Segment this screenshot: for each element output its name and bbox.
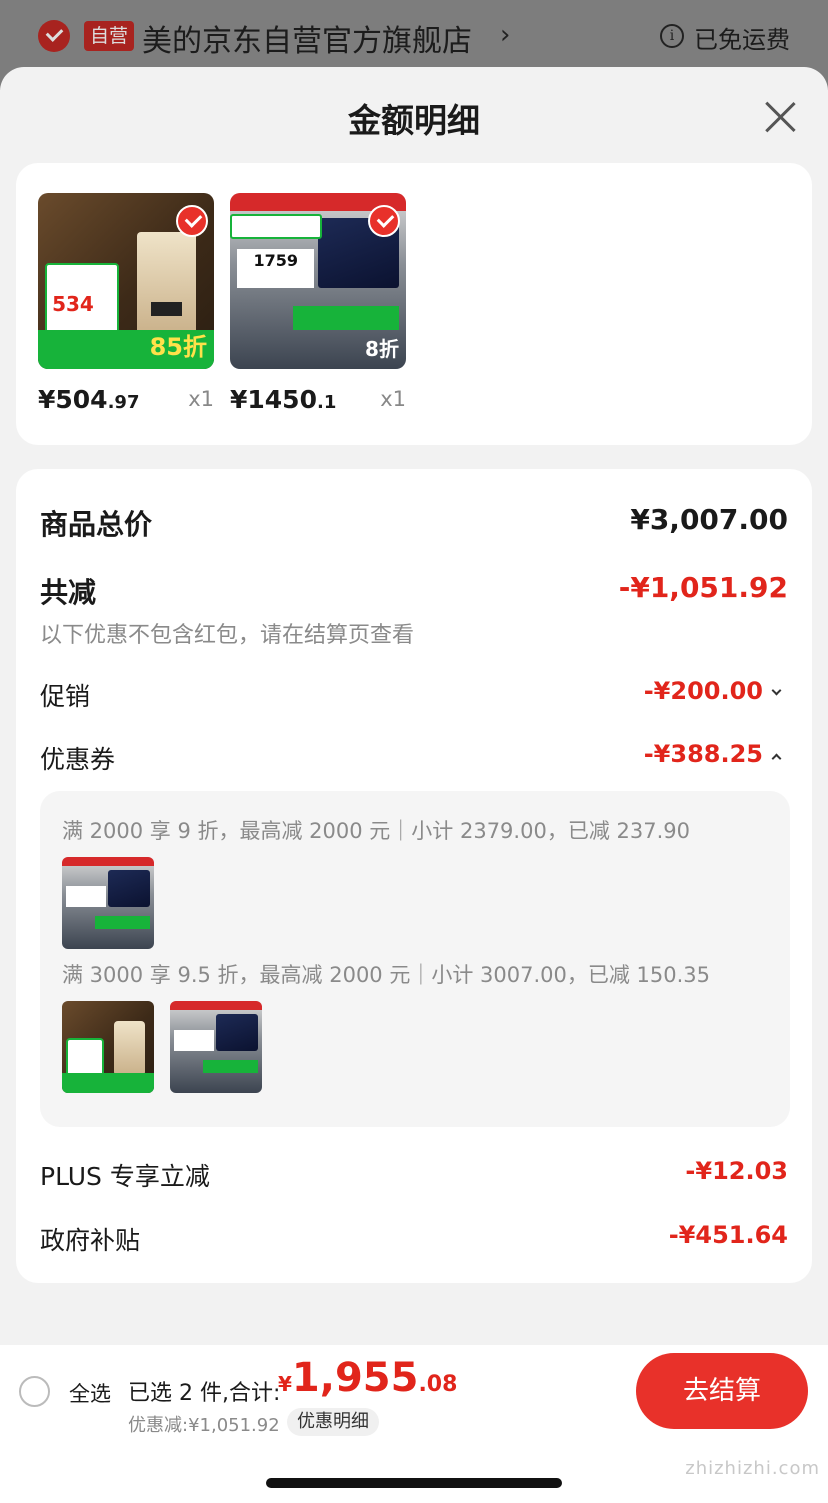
thumb-promo-text: 8折: [365, 336, 399, 361]
selected-check-icon[interactable]: [176, 205, 208, 237]
product-price: ¥1450.1: [230, 385, 337, 414]
reduce-label: 共减: [40, 576, 97, 609]
amount-detail-sheet: 金额明细 534 85折 ¥504.97 x1 1759 8折 ¥1450.1 …: [0, 67, 828, 1503]
product-item[interactable]: 1759 8折 ¥1450.1 x1: [230, 193, 406, 414]
chevron-right-icon[interactable]: ›: [500, 20, 510, 50]
discount-summary: 优惠减:¥1,051.92: [128, 1415, 280, 1436]
total-price-value: ¥3,007.00: [630, 503, 788, 536]
water-heater-thumbnail: [62, 1001, 154, 1093]
thumb-promo-text: 85折: [149, 332, 207, 361]
product-item[interactable]: 534 85折 ¥504.97 x1: [38, 193, 214, 414]
coupon-value: -¥388.25: [643, 740, 763, 768]
total-amount: ¥1,955.08: [278, 1355, 458, 1401]
discount-detail-button[interactable]: 优惠明细: [287, 1408, 379, 1436]
selected-check-icon[interactable]: [368, 205, 400, 237]
coupon-rule: 满 3000 享 9.5 折，最高减 2000 元｜小计 3007.00，已减 …: [62, 963, 711, 987]
info-icon[interactable]: i: [660, 24, 684, 48]
select-all-label[interactable]: 全选: [69, 1378, 111, 1408]
gov-subsidy-label: 政府补贴: [40, 1226, 141, 1255]
checkout-button[interactable]: 去结算: [636, 1353, 808, 1429]
plus-value: -¥12.03: [685, 1157, 788, 1185]
store-name[interactable]: 美的京东自营官方旗舰店: [142, 16, 472, 60]
range-hood-thumbnail[interactable]: 1759 8折: [230, 193, 406, 369]
home-indicator[interactable]: [266, 1478, 562, 1488]
coupon-value-group[interactable]: -¥388.25: [643, 740, 782, 768]
total-price-label: 商品总价: [40, 508, 153, 541]
reduce-note: 以下优惠不包含红包，请在结算页查看: [40, 623, 415, 648]
thumb-price-text: 1759: [253, 251, 299, 271]
coupon-detail-box: 满 2000 享 9 折，最高减 2000 元｜小计 2379.00，已减 23…: [40, 791, 790, 1127]
product-qty: x1: [380, 387, 406, 411]
range-hood-thumbnail: [62, 857, 154, 949]
product-price: ¥504.97: [38, 385, 140, 414]
select-all-radio[interactable]: [19, 1376, 50, 1407]
watermark: zhizhizhi.com: [685, 1458, 820, 1479]
promo-label: 促销: [40, 682, 91, 711]
selected-count: 已选 2 件,合计:: [128, 1381, 281, 1406]
store-check-icon[interactable]: [38, 20, 70, 52]
chevron-up-icon[interactable]: [771, 753, 782, 764]
chevron-down-icon[interactable]: [771, 685, 782, 696]
summary-card: 商品总价 ¥3,007.00 共减 -¥1,051.92 以下优惠不包含红包，请…: [16, 469, 812, 1283]
thumb-price-text: 534: [52, 291, 94, 316]
coupon-label: 优惠券: [40, 745, 116, 774]
close-icon[interactable]: [760, 97, 800, 137]
coupon-rule: 满 2000 享 9 折，最高减 2000 元｜小计 2379.00，已减 23…: [62, 819, 690, 843]
product-qty: x1: [188, 387, 214, 411]
checkout-bar: 全选 已选 2 件,合计: ¥1,955.08 优惠减:¥1,051.92 优惠…: [0, 1345, 828, 1503]
self-operated-badge: 自营: [84, 21, 135, 51]
promo-value-group[interactable]: -¥200.00: [643, 677, 782, 705]
reduce-value: -¥1,051.92: [618, 571, 788, 604]
gov-subsidy-value: -¥451.64: [668, 1221, 788, 1249]
products-card: 534 85折 ¥504.97 x1 1759 8折 ¥1450.1 x1: [16, 163, 812, 445]
promo-value: -¥200.00: [643, 677, 763, 705]
sheet-title: 金额明细: [348, 101, 480, 140]
plus-label: PLUS 专享立减: [40, 1162, 210, 1191]
range-hood-thumbnail: [170, 1001, 262, 1093]
water-heater-thumbnail[interactable]: 534 85折: [38, 193, 214, 369]
shipping-status: 已免运费: [694, 26, 790, 54]
